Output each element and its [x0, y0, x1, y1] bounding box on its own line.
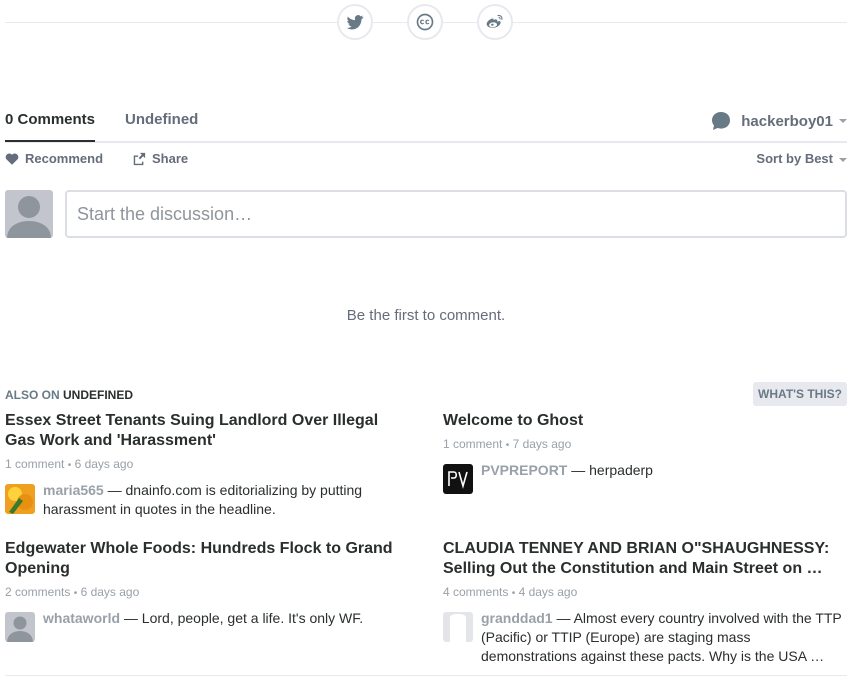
also-on-prefix: ALSO ON — [5, 388, 60, 402]
username-label: hackerboy01 — [741, 112, 833, 130]
related-card[interactable]: Welcome to Ghost 1 comment • 7 days ago … — [443, 411, 833, 494]
comment-count: 2 comments — [5, 585, 71, 599]
share-label: Share — [152, 151, 189, 166]
twitter-icon — [346, 15, 364, 30]
creative-commons-button[interactable] — [407, 4, 443, 40]
card-title[interactable]: Essex Street Tenants Suing Landlord Over… — [5, 411, 395, 451]
also-on-site[interactable]: UNDEFINED — [63, 388, 133, 402]
comment-toolbar: Recommend Share Sort by Best — [5, 151, 847, 169]
flower-avatar-icon — [5, 484, 35, 514]
card-meta: 1 comment • 6 days ago — [5, 457, 134, 471]
comment-text: herpaderp — [589, 462, 653, 478]
comment-author[interactable]: granddad1 — [481, 610, 553, 626]
share-button[interactable]: Share — [132, 151, 188, 166]
comment-count: 1 comment — [5, 457, 65, 471]
card-meta: 2 comments • 6 days ago — [5, 585, 140, 599]
comment-author[interactable]: PVPREPORT — [481, 462, 567, 478]
card-age: 4 days ago — [518, 585, 578, 599]
related-card[interactable]: Essex Street Tenants Suing Landlord Over… — [5, 411, 395, 519]
recommend-label: Recommend — [25, 151, 104, 166]
weibo-icon — [486, 14, 503, 28]
empty-message: Be the first to comment. — [346, 307, 506, 324]
card-title[interactable]: Edgewater Whole Foods: Hundreds Flock to… — [5, 539, 395, 579]
also-on-heading: ALSO ON UNDEFINED — [5, 388, 133, 402]
related-card[interactable]: Edgewater Whole Foods: Hundreds Flock to… — [5, 539, 395, 642]
avatar[interactable] — [443, 464, 473, 494]
twitter-share-button[interactable] — [337, 4, 373, 40]
sort-label: Sort by Best — [756, 151, 833, 166]
comment-author[interactable]: maria565 — [43, 482, 104, 498]
comment-text: Lord, people, get a life. It's only WF. — [141, 610, 364, 626]
pvpreport-logo-icon — [443, 464, 473, 494]
card-comment: maria565 — dnainfo.com is editorializing… — [5, 481, 395, 519]
whats-this-button[interactable]: WHAT'S THIS? — [753, 382, 847, 406]
avatar[interactable] — [443, 612, 473, 642]
tab-community[interactable]: Undefined — [125, 111, 198, 128]
chat-bubble-icon — [712, 112, 731, 130]
card-title[interactable]: CLAUDIA TENNEY AND BRIAN O"SHAUGHNESSY: … — [443, 539, 843, 579]
user-silhouette-icon — [5, 612, 35, 642]
card-comment: PVPREPORT — herpaderp — [443, 461, 833, 494]
card-meta: 4 comments • 4 days ago — [443, 585, 578, 599]
comment-count: 1 comment — [443, 437, 503, 451]
related-card[interactable]: CLAUDIA TENNEY AND BRIAN O"SHAUGHNESSY: … — [443, 539, 843, 666]
comment-count: 4 comments — [443, 585, 509, 599]
comment-input[interactable]: Start the discussion… — [65, 190, 847, 238]
avatar[interactable] — [5, 484, 35, 514]
avatar[interactable] — [5, 612, 35, 642]
card-comment: granddad1 — Almost every country involve… — [443, 609, 843, 666]
card-age: 6 days ago — [74, 457, 134, 471]
avatar[interactable] — [5, 190, 53, 238]
card-meta: 1 comment • 7 days ago — [443, 437, 572, 451]
user-silhouette-icon — [7, 196, 51, 238]
card-age: 6 days ago — [80, 585, 140, 599]
bottom-divider — [5, 675, 847, 676]
heart-icon — [5, 153, 19, 165]
share-icon — [133, 152, 146, 165]
user-menu[interactable]: hackerboy01 — [711, 111, 847, 131]
sort-dropdown[interactable]: Sort by Best — [756, 151, 847, 166]
card-comment: whataworld — Lord, people, get a life. I… — [5, 609, 395, 642]
card-age: 7 days ago — [512, 437, 572, 451]
creative-commons-icon — [416, 13, 434, 31]
weibo-share-button[interactable] — [477, 4, 513, 40]
user-silhouette-icon — [443, 612, 473, 642]
comment-author[interactable]: whataworld — [43, 610, 120, 626]
discussion-nav: 0 Comments Undefined hackerboy01 — [5, 104, 847, 143]
chevron-down-icon — [839, 157, 847, 162]
chevron-down-icon — [839, 119, 847, 123]
tab-comments[interactable]: 0 Comments — [5, 111, 96, 142]
card-title[interactable]: Welcome to Ghost — [443, 411, 833, 431]
comment-composer: Start the discussion… — [5, 190, 847, 238]
recommend-button[interactable]: Recommend — [5, 151, 103, 166]
